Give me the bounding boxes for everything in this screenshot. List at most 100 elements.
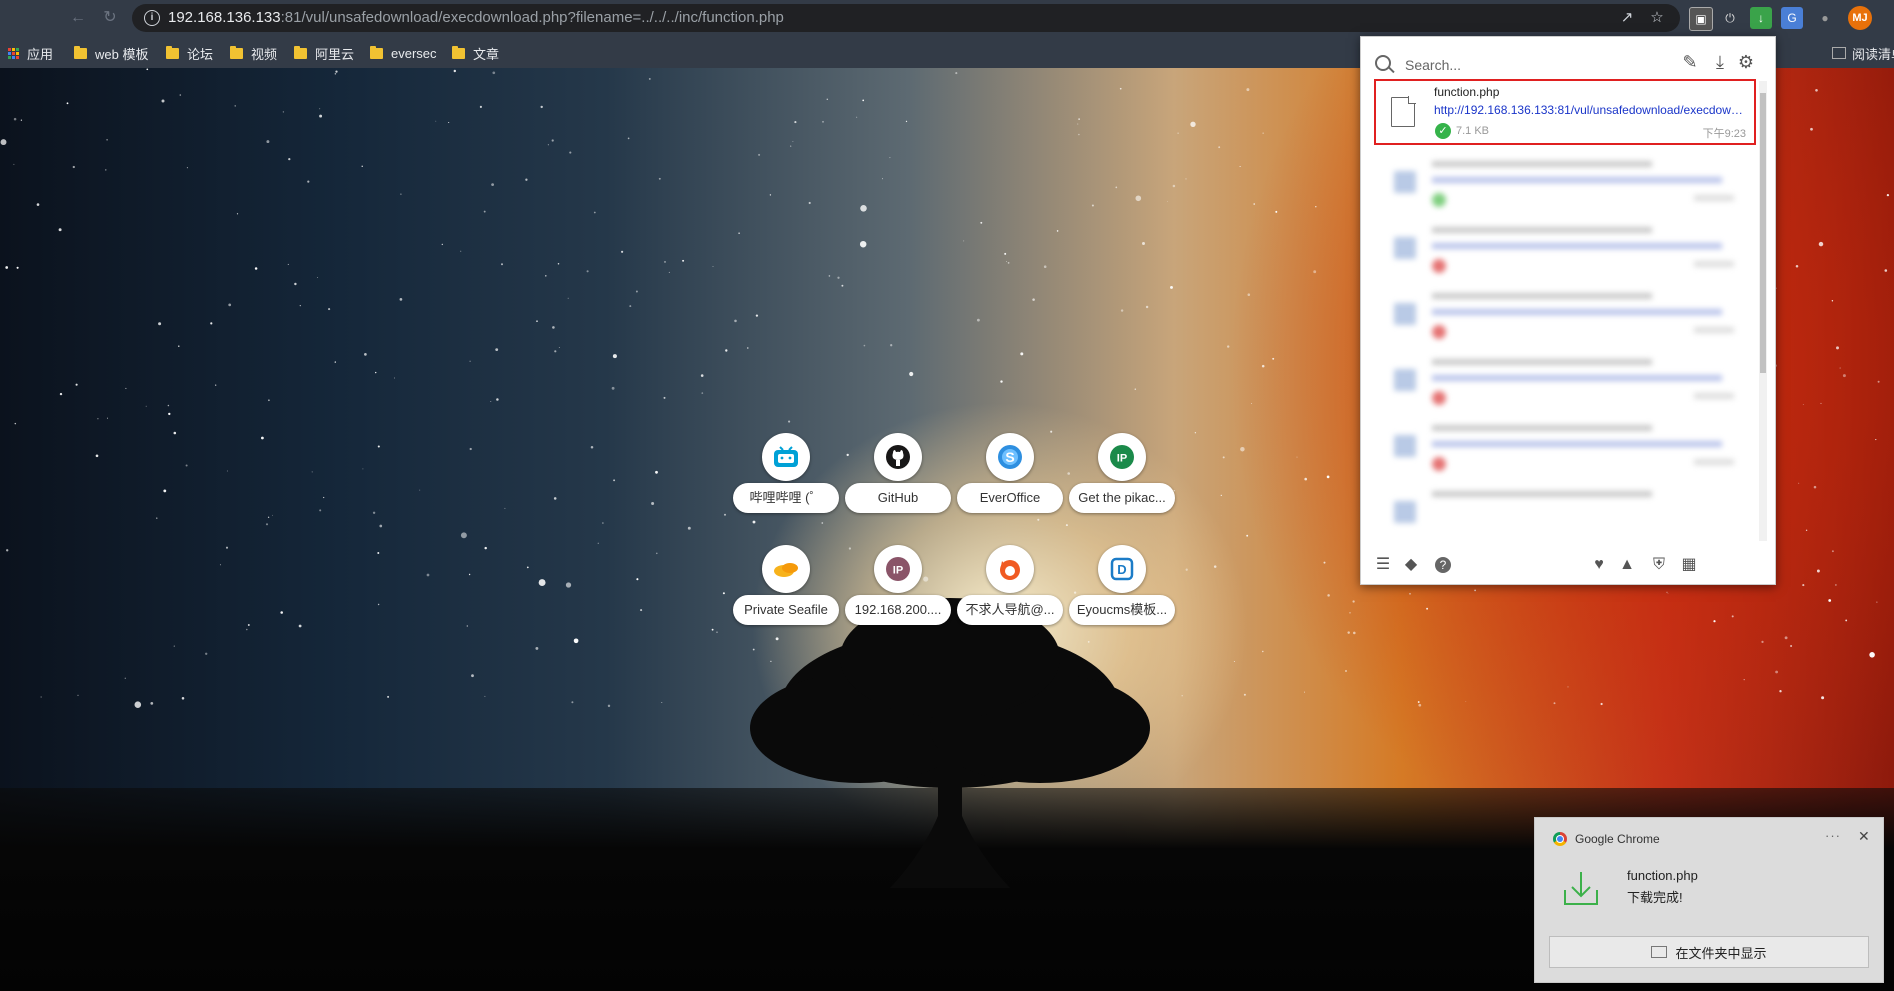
show-in-folder-button[interactable]: 在文件夹中显示 [1549,936,1869,968]
star [1835,584,1837,586]
star [1352,600,1355,603]
download-item-blurred[interactable] [1374,351,1756,411]
star [890,344,893,347]
star [889,157,891,159]
download-search[interactable]: Search... [1371,49,1671,77]
star [711,628,714,631]
star [722,592,725,595]
extension-icon[interactable]: ▣ [1689,7,1713,31]
star [755,314,759,317]
download-item[interactable]: function.php http://192.168.136.133:81/v… [1374,79,1756,145]
address-url[interactable]: 192.168.136.133:81/vul/unsafedownload/ex… [168,9,784,26]
star [146,68,149,71]
download-item-blurred[interactable] [1374,153,1756,213]
speed-dial-tile[interactable]: IP Get the pikac... [1069,433,1175,529]
star [323,496,325,499]
star [377,445,380,448]
star [20,119,23,121]
fire-icon[interactable]: ▲ [1617,555,1637,575]
star [758,153,761,156]
speed-dial-label: GitHub [845,483,951,513]
star [1119,87,1122,90]
bookmark-apps[interactable]: 应用 [8,44,53,62]
settings-gear-icon[interactable]: ⚙ [1735,51,1757,73]
star [1194,432,1197,434]
star [1078,133,1080,136]
star [179,94,182,96]
reading-list[interactable]: 阅读清单 [1832,44,1894,62]
grid-icon[interactable]: ▦ [1679,555,1699,575]
star [664,261,666,263]
star [1327,594,1330,597]
download-item-blurred[interactable] [1374,219,1756,279]
star [6,549,9,552]
download-folder-icon[interactable]: ⤓ [1709,51,1731,73]
star [1253,203,1255,205]
site-info-icon[interactable]: i [144,10,160,26]
star [266,140,270,144]
bookmark-star-icon[interactable]: ☆ [1648,9,1666,27]
speed-dial-tile[interactable]: S EverOffice [957,433,1063,529]
bookmark-folder[interactable]: 论坛 [166,44,213,62]
star [558,347,560,349]
star [1166,201,1168,202]
star [1326,475,1330,479]
speed-dial-tile[interactable]: 哔哩哔哩 (゜ [733,433,839,529]
star [1869,652,1875,658]
star [393,377,396,379]
heart-icon[interactable]: ♥ [1589,555,1609,575]
star [1185,178,1187,180]
bookmark-folder[interactable]: 文章 [452,44,499,62]
download-item-blurred[interactable] [1374,417,1756,477]
bookmark-folder[interactable]: 视频 [230,44,277,62]
speed-dial-tile[interactable]: GitHub [845,433,951,529]
menu-icon[interactable]: ☰ [1373,555,1393,575]
star [1884,269,1888,272]
svg-text:IP: IP [893,565,903,577]
download-url[interactable]: http://192.168.136.133:81/vul/unsafedown… [1434,103,1744,117]
panel-scrollbar[interactable] [1759,81,1767,541]
help-icon[interactable]: ? [1435,557,1451,573]
bookmark-folder[interactable]: 阿里云 [294,44,354,62]
star [1790,644,1793,648]
browser-toolbar: ← ↻ i 192.168.136.133:81/vul/unsafedownl… [0,0,1894,36]
download-filename: function.php [1434,85,1500,99]
download-manager-icon[interactable]: ↓ [1750,7,1772,29]
speed-dial-tile[interactable]: D Eyoucms模板... [1069,545,1175,641]
folder-icon [452,45,465,59]
share-icon[interactable]: ↗ [1618,9,1636,27]
star [976,318,980,322]
star [124,677,126,679]
close-icon[interactable]: ✕ [1858,828,1870,845]
cleanup-icon[interactable]: ✎ [1679,51,1701,73]
bookmark-folder[interactable]: web 模板 [74,44,148,62]
star [859,240,867,248]
star [97,417,99,420]
mascot-icon[interactable]: ◆ [1401,555,1421,575]
chrome-logo-icon [1553,832,1567,846]
download-item-blurred[interactable] [1374,483,1756,533]
bookmark-folder[interactable]: eversec [370,44,437,62]
download-item-blurred[interactable] [1374,285,1756,345]
address-bar[interactable]: i 192.168.136.133:81/vul/unsafedownload/… [132,4,1680,32]
search-input[interactable]: Search... [1405,57,1461,73]
back-icon[interactable]: ← [68,8,88,28]
power-icon[interactable]: ⏻ [1719,7,1741,29]
speed-dial-tile[interactable]: IP 192.168.200.... [845,545,951,641]
extension-gray-icon[interactable]: ● [1814,7,1836,29]
star [0,139,7,146]
profile-avatar[interactable]: MJ [1848,6,1872,30]
shield-icon[interactable]: ⛨ [1649,555,1669,575]
speed-dial-tile[interactable]: Private Seafile [733,545,839,641]
star [1185,568,1188,571]
notification-app-name: Google Chrome [1575,832,1660,846]
scrollbar-thumb[interactable] [1760,93,1766,373]
translate-icon[interactable]: G [1781,7,1803,29]
star [1091,204,1094,207]
more-options-icon[interactable]: ··· [1825,828,1841,843]
star [1181,694,1183,697]
speed-dial-tile[interactable]: 不求人导航@... [957,545,1063,641]
url-host: 192.168.136.133 [168,9,281,26]
reload-icon[interactable]: ↻ [100,8,120,28]
star [1349,611,1351,614]
